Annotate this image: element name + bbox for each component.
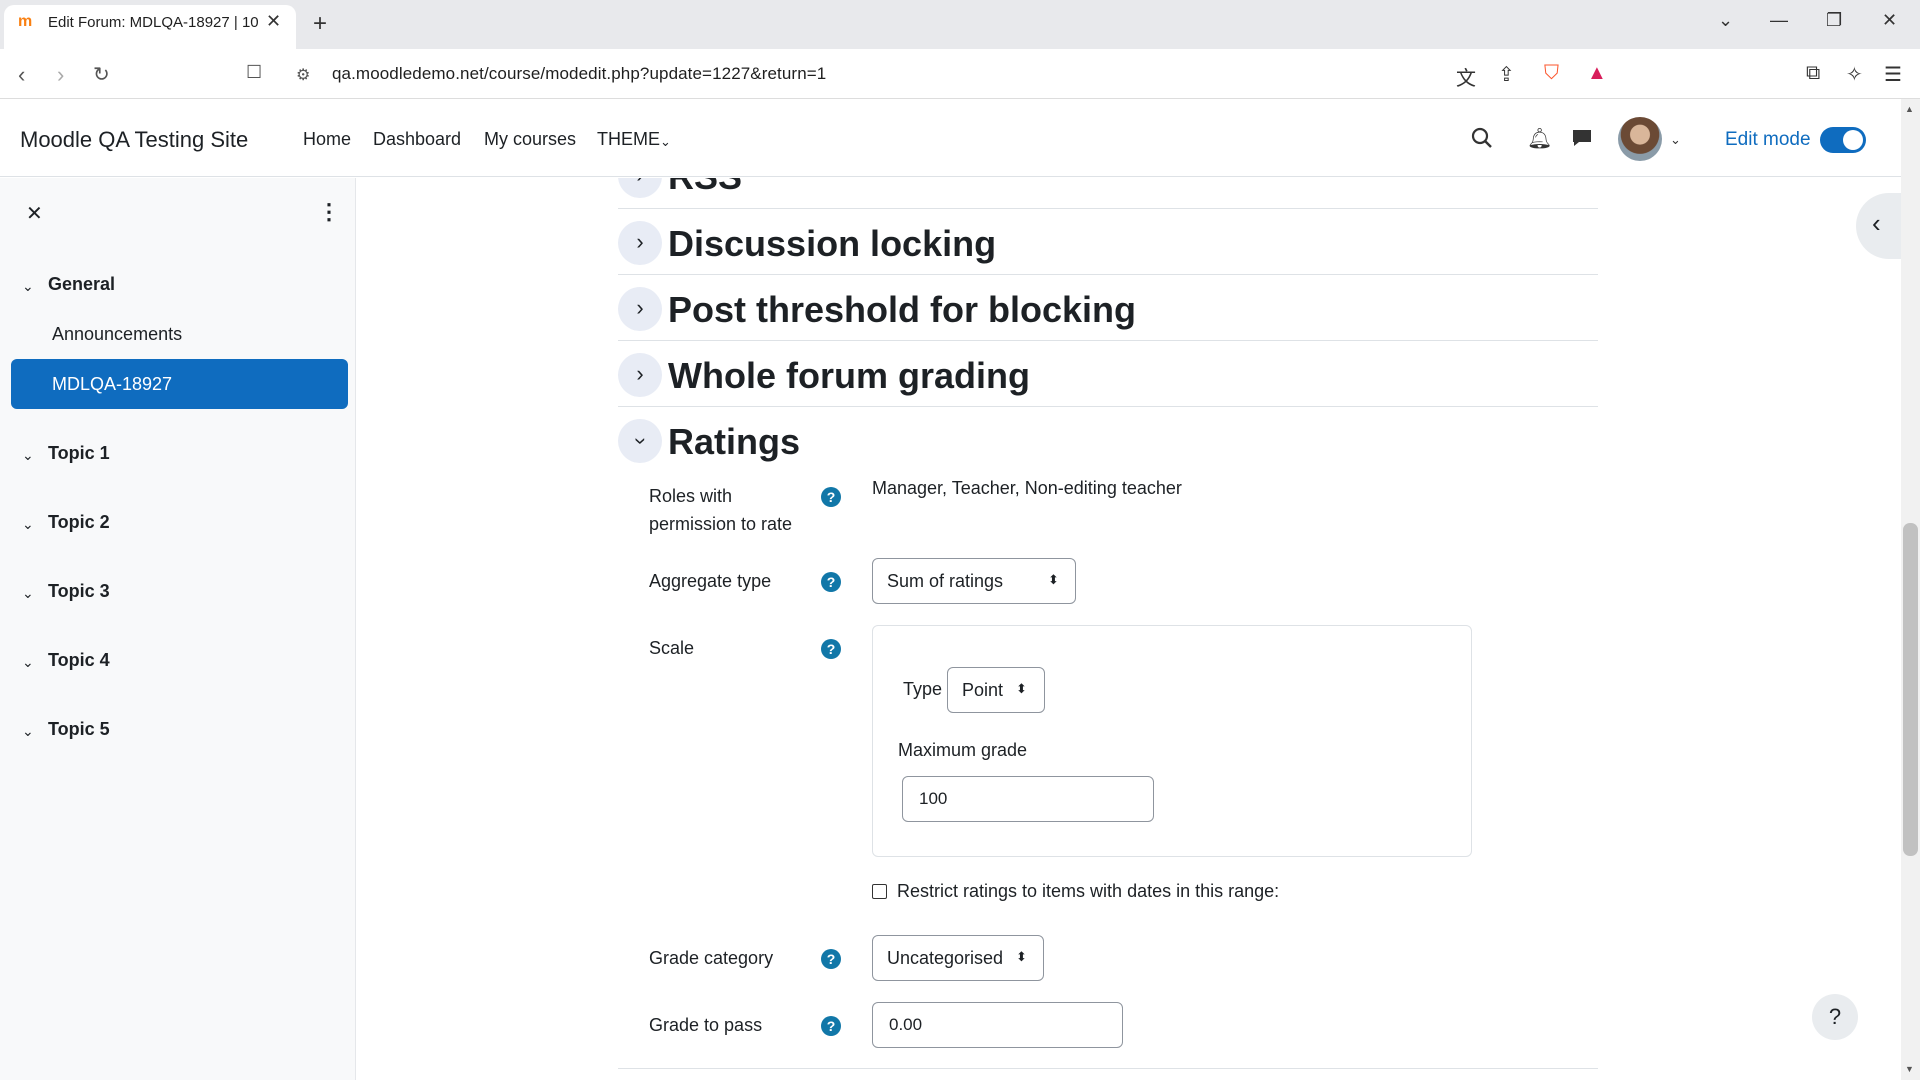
site-info-icon[interactable]: ⚙ — [296, 65, 310, 85]
moodle-favicon-icon: m — [18, 13, 33, 30]
expand-rss-button[interactable]: › — [618, 178, 662, 198]
chevron-down-icon[interactable]: ⌄ — [22, 654, 34, 671]
aggregate-type-value: Sum of ratings — [887, 571, 1004, 591]
section-divider — [618, 274, 1598, 275]
expand-post-threshold-button[interactable]: › — [618, 287, 662, 331]
bookmark-icon[interactable]: ☐ — [246, 62, 262, 83]
share-icon[interactable]: ⇪ — [1498, 62, 1515, 87]
leo-ai-icon[interactable]: ✧ — [1846, 62, 1863, 87]
nav-my-courses[interactable]: My courses — [484, 129, 576, 150]
nav-home[interactable]: Home — [303, 129, 351, 150]
expand-discussion-locking-button[interactable]: › — [618, 221, 662, 265]
collapse-ratings-button[interactable]: › — [618, 419, 662, 463]
grade-category-value: Uncategorised — [887, 948, 1004, 968]
url-field[interactable]: qa.moodledemo.net/course/modedit.php?upd… — [332, 64, 826, 84]
user-menu-chevron-icon[interactable]: ⌄ — [1670, 132, 1681, 148]
aggregate-type-select[interactable]: Sum of ratings — [872, 558, 1076, 604]
chevron-down-icon[interactable]: ⌄ — [22, 447, 34, 464]
back-icon[interactable]: ‹ — [18, 62, 25, 88]
close-drawer-icon[interactable]: ✕ — [26, 201, 43, 226]
section-heading-post-threshold[interactable]: Post threshold for blocking — [668, 289, 1136, 331]
chevron-left-icon: ‹ — [1872, 208, 1881, 238]
help-icon[interactable]: ? — [821, 487, 841, 507]
grade-category-label: Grade category — [649, 948, 774, 968]
drawer-menu-icon[interactable]: ⋮ — [318, 199, 340, 225]
tab-close-icon[interactable]: ✕ — [266, 11, 281, 32]
scale-type-value: Point — [962, 680, 1004, 700]
restore-icon[interactable]: ❐ — [1826, 10, 1842, 31]
grade-to-pass-label: Grade to pass — [649, 1015, 763, 1035]
course-section-topic-4[interactable]: Topic 4 — [48, 650, 110, 671]
rss-section-clip: › RSS — [618, 178, 1598, 208]
address-bar — [0, 49, 1920, 99]
section-heading-rss[interactable]: RSS — [668, 178, 742, 198]
notifications-bell-icon[interactable]: 🔔︎ — [1527, 126, 1552, 151]
page-scrollbar-thumb[interactable] — [1903, 523, 1918, 856]
help-icon[interactable]: ? — [821, 949, 841, 969]
scale-label: Scale — [649, 638, 695, 658]
course-section-topic-2[interactable]: Topic 2 — [48, 512, 110, 533]
scale-type-select[interactable]: Point — [947, 667, 1045, 713]
messages-icon[interactable] — [1571, 127, 1593, 149]
section-divider — [618, 208, 1598, 209]
select-arrows-icon: ⬍ — [1016, 681, 1027, 696]
grade-to-pass-input[interactable] — [872, 1002, 1123, 1048]
activity-mdlqa-18927-label: MDLQA-18927 — [52, 374, 173, 394]
theme-chevron-down-icon: ⌄ — [660, 134, 671, 149]
forward-icon[interactable]: › — [57, 62, 64, 88]
tab-search-chevron-icon[interactable]: ⌄ — [1718, 10, 1733, 31]
section-divider — [618, 406, 1598, 407]
chevron-down-icon[interactable]: ⌄ — [22, 278, 34, 295]
course-section-topic-5[interactable]: Topic 5 — [48, 719, 110, 740]
footer-help-button[interactable]: ? — [1812, 994, 1858, 1040]
section-heading-discussion-locking[interactable]: Discussion locking — [668, 223, 996, 265]
course-section-topic-1[interactable]: Topic 1 — [48, 443, 110, 464]
roles-label-line1: Roles with — [649, 486, 733, 506]
restrict-ratings-label[interactable]: Restrict ratings to items with dates in … — [897, 877, 1279, 905]
section-divider — [618, 1068, 1598, 1069]
section-divider — [618, 340, 1598, 341]
scroll-up-icon[interactable]: ▲ — [1905, 104, 1914, 114]
reload-icon[interactable]: ↻ — [93, 62, 110, 87]
aggregate-type-label: Aggregate type — [649, 571, 772, 591]
course-index-drawer — [0, 178, 356, 1080]
edit-mode-toggle-knob — [1843, 130, 1863, 150]
brave-shield-icon[interactable]: ⛉ — [1544, 62, 1559, 85]
translate-icon[interactable]: 文 — [1456, 62, 1476, 91]
restrict-ratings-checkbox[interactable] — [872, 884, 887, 899]
help-icon[interactable]: ? — [821, 572, 841, 592]
browser-menu-icon[interactable]: ☰ — [1884, 62, 1902, 87]
activity-announcements[interactable]: Announcements — [52, 324, 182, 345]
window-close-icon[interactable]: ✕ — [1882, 10, 1897, 31]
maximum-grade-input[interactable] — [902, 776, 1154, 822]
section-heading-whole-forum-grading[interactable]: Whole forum grading — [668, 355, 1030, 397]
nav-theme[interactable]: THEME — [597, 129, 660, 150]
help-icon[interactable]: ? — [821, 639, 841, 659]
help-icon[interactable]: ? — [821, 1016, 841, 1036]
site-name[interactable]: Moodle QA Testing Site — [20, 127, 248, 153]
section-heading-ratings[interactable]: Ratings — [668, 421, 800, 463]
brave-rewards-icon[interactable]: ▲ — [1587, 62, 1607, 85]
select-arrows-icon: ⬍ — [1016, 949, 1027, 964]
tab-title: Edit Forum: MDLQA-18927 | 10 — [48, 14, 258, 31]
chevron-down-icon[interactable]: ⌄ — [22, 516, 34, 533]
course-section-topic-3[interactable]: Topic 3 — [48, 581, 110, 602]
chevron-down-icon[interactable]: ⌄ — [22, 723, 34, 740]
select-arrows-icon: ⬍ — [1048, 572, 1059, 587]
new-tab-button[interactable]: + — [313, 10, 327, 38]
maximum-grade-label: Maximum grade — [898, 740, 1028, 760]
scroll-down-icon[interactable]: ▼ — [1905, 1064, 1914, 1074]
nav-dashboard[interactable]: Dashboard — [373, 129, 461, 150]
roles-label-line2: permission to rate — [649, 514, 793, 534]
course-section-general[interactable]: General — [48, 274, 115, 295]
search-icon[interactable] — [1471, 127, 1493, 149]
edit-mode-label: Edit mode — [1725, 129, 1811, 150]
chevron-down-icon[interactable]: ⌄ — [22, 585, 34, 602]
scale-type-label: Type — [903, 679, 943, 699]
user-avatar[interactable] — [1618, 117, 1662, 161]
extensions-icon[interactable]: ⧉ — [1806, 62, 1820, 85]
roles-value: Manager, Teacher, Non-editing teacher — [872, 478, 1182, 498]
minimize-icon[interactable]: — — [1770, 10, 1788, 31]
expand-whole-forum-grading-button[interactable]: › — [618, 353, 662, 397]
